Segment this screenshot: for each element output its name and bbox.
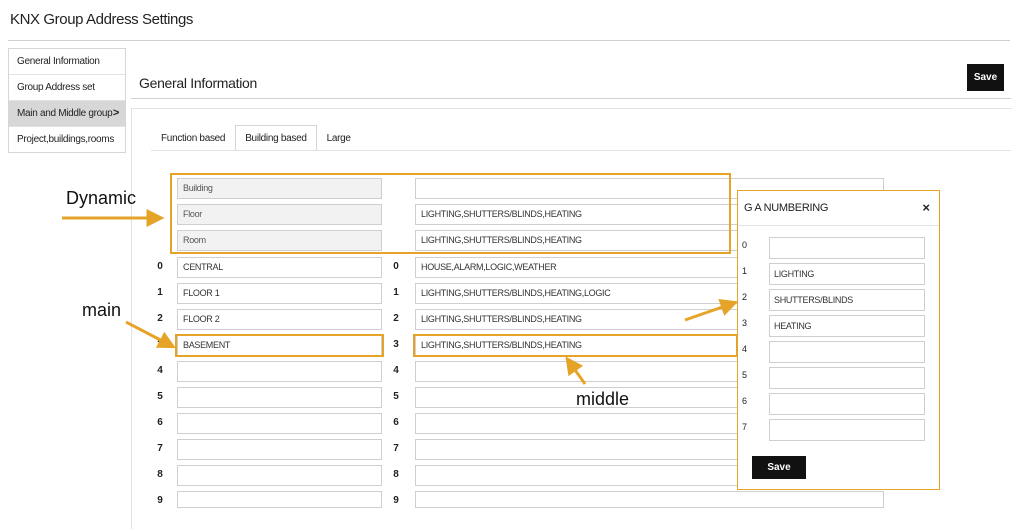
middle-row-index: 5 — [393, 391, 399, 402]
tab-large[interactable]: Large — [317, 125, 361, 150]
numbering-index: 1 — [742, 266, 748, 276]
dynamic-label-room[interactable]: Room — [177, 230, 382, 251]
tab-function-based[interactable]: Function based — [151, 125, 235, 150]
numbering-index: 5 — [742, 370, 748, 380]
main-row-index: 1 — [157, 287, 163, 298]
dynamic-label-building[interactable]: Building — [177, 178, 382, 199]
middle-row-index: 9 — [393, 495, 399, 506]
sidebar-item-label: Group Address set — [17, 82, 95, 93]
middle-row-index: 6 — [393, 417, 399, 428]
numbering-index: 0 — [742, 240, 748, 250]
callout-dynamic: Dynamic — [66, 188, 137, 208]
numbering-index: 7 — [742, 422, 748, 432]
modal-save-button[interactable]: Save — [752, 456, 806, 479]
main-group-input[interactable] — [177, 413, 382, 434]
numbering-input[interactable] — [769, 367, 925, 389]
modal-title: G A NUMBERING — [744, 202, 829, 214]
main-group-input[interactable] — [177, 387, 382, 408]
numbering-input[interactable] — [769, 341, 925, 363]
main-group-input[interactable]: BASEMENT — [177, 335, 382, 356]
modal-header: G A NUMBERING × — [738, 191, 939, 226]
sidebar-item-label: Main and Middle group — [17, 108, 113, 119]
numbering-input[interactable] — [769, 237, 925, 259]
middle-row-index: 8 — [393, 469, 399, 480]
main-row-index: 8 — [157, 469, 163, 480]
numbering-input[interactable]: HEATING — [769, 315, 925, 337]
numbering-input[interactable]: SHUTTERS/BLINDS — [769, 289, 925, 311]
main-group-input[interactable] — [177, 491, 382, 508]
title-divider — [8, 40, 1010, 41]
callout-main: main — [82, 300, 122, 320]
dynamic-label-floor[interactable]: Floor — [177, 204, 382, 225]
tab-bar: Function based Building based Large — [151, 125, 361, 150]
numbering-index: 6 — [742, 396, 748, 406]
sidebar-item-general-information[interactable]: General Information — [9, 49, 125, 75]
middle-row-index: 7 — [393, 443, 399, 454]
sidebar-item-project-buildings-rooms[interactable]: Project,buildings,rooms — [9, 127, 125, 152]
main-row-index: 9 — [157, 495, 163, 506]
main-row-index: 6 — [157, 417, 163, 428]
save-button[interactable]: Save — [967, 64, 1004, 91]
main-row-index: 2 — [157, 313, 163, 324]
sidebar-nav: General Information Group Address set Ma… — [8, 48, 126, 153]
chevron-right-icon: > — [112, 107, 119, 119]
main-group-input[interactable] — [177, 439, 382, 460]
numbering-index: 3 — [742, 318, 748, 328]
numbering-index: 2 — [742, 292, 748, 302]
middle-row-index: 4 — [393, 365, 399, 376]
main-row-index: 5 — [157, 391, 163, 402]
section-divider — [131, 98, 1011, 99]
main-group-input[interactable]: FLOOR 1 — [177, 283, 382, 304]
main-row-index: 0 — [157, 261, 163, 272]
main-group-input[interactable] — [177, 465, 382, 486]
sidebar-item-label: General Information — [17, 56, 100, 67]
tab-building-based[interactable]: Building based — [235, 125, 317, 150]
middle-row-index: 0 — [393, 261, 399, 272]
main-group-input[interactable]: CENTRAL — [177, 257, 382, 278]
sidebar-item-main-and-middle-group[interactable]: Main and Middle group > — [9, 101, 125, 127]
middle-row-index: 2 — [393, 313, 399, 324]
callout-middle: middle — [576, 389, 630, 409]
main-group-input[interactable]: FLOOR 2 — [177, 309, 382, 330]
numbering-input[interactable] — [769, 419, 925, 441]
ga-numbering-modal: G A NUMBERING × 0 1 LIGHTING 2 SHUTTERS/… — [737, 190, 940, 490]
middle-row-index: 3 — [393, 339, 399, 350]
close-icon[interactable]: × — [922, 200, 930, 215]
numbering-input[interactable] — [769, 393, 925, 415]
middle-row-index: 1 — [393, 287, 399, 298]
sidebar-item-label: Project,buildings,rooms — [17, 134, 115, 145]
numbering-index: 4 — [742, 344, 748, 354]
main-row-index: 3 — [157, 339, 163, 350]
page-title: KNX Group Address Settings — [10, 11, 194, 28]
numbering-input[interactable]: LIGHTING — [769, 263, 925, 285]
main-row-index: 4 — [157, 365, 163, 376]
sidebar-item-group-address-set[interactable]: Group Address set — [9, 75, 125, 101]
section-title: General Information — [139, 75, 258, 91]
main-group-input[interactable] — [177, 361, 382, 382]
tab-divider — [151, 150, 1011, 151]
main-row-index: 7 — [157, 443, 163, 454]
middle-group-input[interactable] — [415, 491, 884, 508]
